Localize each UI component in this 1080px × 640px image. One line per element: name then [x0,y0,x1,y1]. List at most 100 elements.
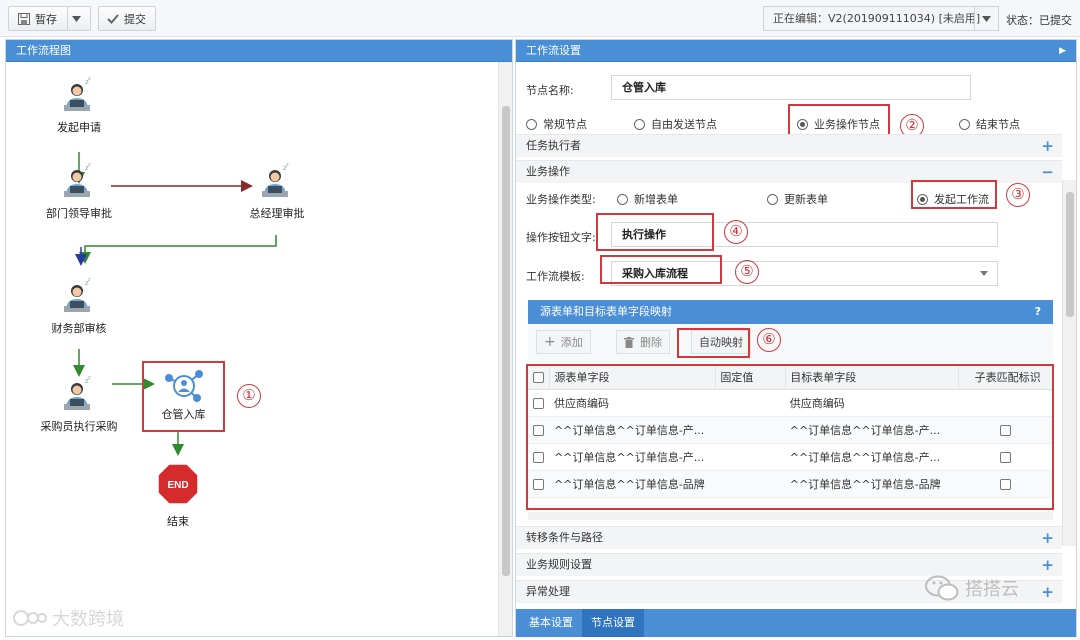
radio-label: 更新表单 [784,193,828,206]
person-icon: zz [64,277,91,312]
caret-down-icon [982,15,991,22]
section-title: 业务规则设置 [526,558,592,571]
radio-label: 结束节点 [976,118,1020,131]
delete-label: 删除 [640,336,662,349]
mapping-table-highlight [526,364,1054,510]
button-text-highlight [596,213,714,251]
flow-node-buyer-purchase[interactable]: zz 采购员执行采购 [24,375,134,434]
radio-circle [526,118,537,130]
tab-basic-settings[interactable]: 基本设置 [520,609,582,637]
field-mapping-title: 源表单和目标表单字段映射 [540,305,672,318]
scrollbar-thumb[interactable] [1066,192,1074,317]
section-transfer-conditions[interactable]: 转移条件与路径 + [516,526,1062,549]
flow-canvas: zz 发起申请 zz 部门领导审批 zz 总经理审批 zz 财务部审核 zz 采… [6,62,499,636]
person-icon: zz [64,76,91,111]
svg-text:z: z [286,162,289,168]
flow-node-start[interactable]: zz 发起申请 [39,76,119,135]
radio-circle [617,193,628,205]
flow-node-label: 采购员执行采购 [40,420,118,433]
flow-canvas-scrollbar[interactable] [498,62,512,636]
top-toolbar: 暂存 提交 正在编辑：V2(201909111034) [未启用] 状态：已提交 [0,0,1080,37]
op-type-radio-update-form[interactable]: 更新表单 [767,191,828,207]
mapping-table-hscrollbar[interactable] [528,512,1053,520]
expand-plus-icon[interactable]: + [1041,135,1054,157]
section-title: 任务执行者 [526,139,581,152]
status-text: 状态：已提交 [1006,14,1072,27]
settings-panel: 工作流设置 ▶ 节点名称: 仓管入库 常规节点 自由发送节点 业务操作节点 结束… [515,39,1077,637]
section-title: 转移条件与路径 [526,531,603,544]
section-title: 业务操作 [526,165,570,178]
floppy-icon [18,12,30,25]
submit-label: 提交 [124,12,146,26]
brand-logo-icon [13,610,47,626]
flow-node-warehouse-inbound[interactable]: 仓管入库 [146,369,221,422]
annotation-marker-5: ⑤ [735,260,759,284]
settings-scrollbar[interactable] [1062,180,1076,546]
flow-node-label: 发起申请 [57,121,101,134]
check-icon [107,13,119,24]
watermark-logo-right: 搭搭云 [925,575,1019,601]
delete-mapping-button[interactable]: 删除 [616,330,670,354]
flow-panel-title: 工作流程图 [6,40,512,62]
add-label: 添加 [560,336,583,349]
version-select[interactable]: 正在编辑：V2(201909111034) [未启用] [763,6,999,31]
edge-gm-finance [79,235,277,264]
node-type-radio-normal[interactable]: 常规节点 [526,116,587,132]
add-mapping-button[interactable]: + 添加 [536,330,591,354]
flow-connectors [73,152,277,456]
save-dropdown-button[interactable] [67,6,91,31]
expand-plus-icon[interactable]: + [1041,527,1054,549]
submit-button[interactable]: 提交 [98,6,156,31]
tab-node-settings[interactable]: 节点设置 [582,609,644,637]
annotation-marker-6: ⑥ [757,328,781,352]
flow-panel: 工作流程图 zz 发起申请 zz 部门领导审批 zz 总经理审批 z z 财务部… [5,39,513,637]
svg-text:z: z [88,375,91,381]
watermark-logo-left: 大数跨境 [12,605,124,631]
node-type-radio-end[interactable]: 结束节点 [959,116,1020,132]
flow-node-label: 总经理审批 [249,207,305,220]
radio-label: 常规节点 [543,118,587,131]
node-type-radio-free-send[interactable]: 自由发送节点 [634,116,717,132]
collapse-arrow-icon[interactable]: ▶ [1059,40,1066,62]
flow-node-label: 结束 [167,515,189,528]
expand-plus-icon[interactable]: + [1041,581,1054,603]
start-workflow-highlight [911,180,997,209]
person-icon: zz [64,375,91,410]
scrollbar-thumb[interactable] [502,106,510,576]
end-sign-text: END [167,480,188,491]
caret-down-icon [980,271,988,276]
person-icon: zz [262,162,289,197]
svg-text:z: z [88,162,91,168]
collapse-minus-icon[interactable]: − [1041,161,1054,183]
field-mapping-header: 源表单和目标表单字段映射 ? [528,300,1053,324]
workflow-template-highlight [600,255,722,284]
watermark-left-text: 大数跨境 [52,609,124,630]
trash-icon [624,336,634,348]
flow-node-label: 财务部审核 [51,322,107,335]
radio-label: 新增表单 [634,193,678,206]
radio-circle [959,118,970,130]
flow-node-label: 部门领导审批 [46,207,112,220]
version-dropdown-toggle[interactable] [974,7,998,30]
op-type-label: 业务操作类型: [526,193,596,206]
section-business-rules[interactable]: 业务规则设置 + [516,553,1062,576]
help-icon[interactable]: ? [1035,300,1041,324]
save-button[interactable]: 暂存 [8,6,68,31]
svg-text:z: z [88,277,91,283]
workflow-template-label: 工作流模板: [526,270,585,283]
flow-node-end[interactable]: END 结束 [152,463,204,529]
svg-text:z: z [88,76,91,82]
section-task-executor[interactable]: 任务执行者 + [516,134,1062,157]
annotation-marker-1: ① [237,384,261,408]
settings-tab-bar: 基本设置 节点设置 [516,609,1076,637]
caret-down-icon [72,15,81,22]
watermark-right-text: 搭搭云 [965,579,1019,600]
node-name-input[interactable]: 仓管入库 [611,75,971,100]
flow-node-gm-approval[interactable]: zz 总经理审批 [232,162,322,221]
expand-plus-icon[interactable]: + [1041,554,1054,576]
op-type-radio-new-form[interactable]: 新增表单 [617,191,678,207]
button-text-label: 操作按钮文字: [526,231,596,244]
field-mapping-toolbar: + 添加 删除 自动映射 [528,324,1053,362]
flow-node-finance-review[interactable]: zz 财务部审核 [36,277,122,336]
flow-node-dept-approval[interactable]: zz 部门领导审批 [31,162,127,221]
